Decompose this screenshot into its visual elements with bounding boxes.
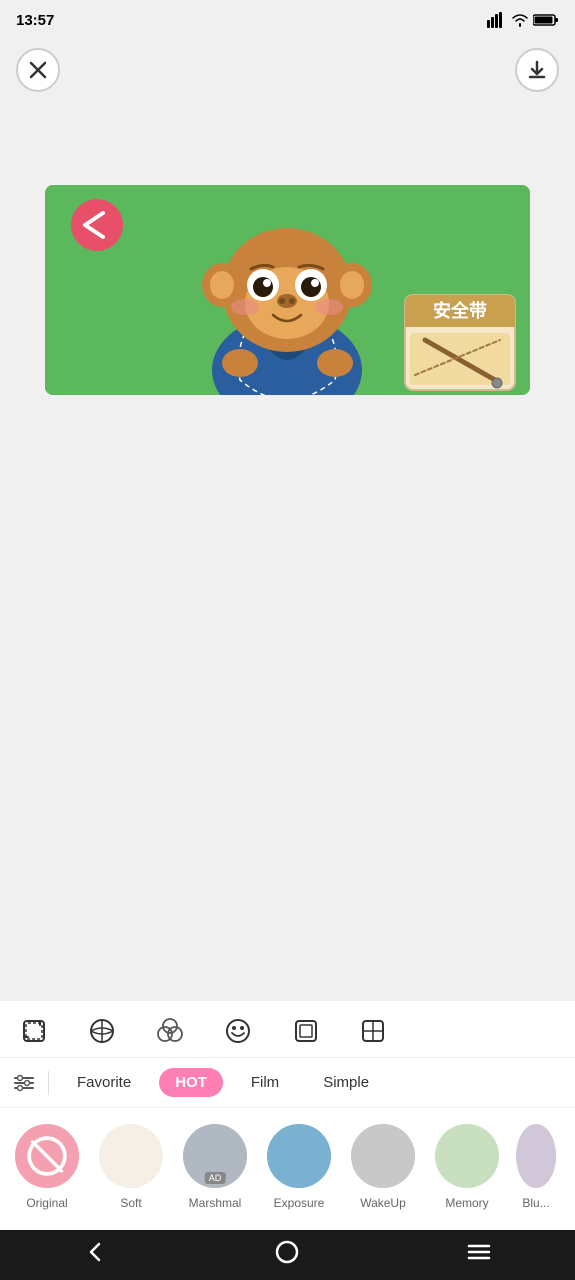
close-icon (29, 61, 47, 79)
battery-icon (533, 13, 559, 27)
filter-tool[interactable] (84, 1013, 120, 1049)
wifi-icon (511, 13, 529, 27)
wakeup-icon (351, 1124, 415, 1188)
close-button[interactable] (16, 48, 60, 92)
status-icons (487, 12, 559, 28)
filter-memory-circle (435, 1124, 499, 1188)
memory-icon (435, 1124, 499, 1188)
beauty-icon (155, 1016, 185, 1046)
sliders-icon (13, 1072, 35, 1094)
filter-blur[interactable]: Blu... (516, 1124, 556, 1210)
filter-soft[interactable]: Soft (96, 1124, 166, 1210)
category-hot[interactable]: HOT (159, 1068, 223, 1097)
filter-marshmal-label: Marshmal (189, 1196, 242, 1210)
signal-icon (487, 12, 507, 28)
filter-settings-icon[interactable] (12, 1071, 36, 1095)
filter-memory-label: Memory (445, 1196, 488, 1210)
filter-wakeup-circle (351, 1124, 415, 1188)
back-arrow-icon (84, 1240, 108, 1264)
sticker-icon (224, 1017, 252, 1045)
filter-exposure-circle (267, 1124, 331, 1188)
bottom-panel: Favorite HOT Film Simple Original (0, 1001, 575, 1230)
more-icon (360, 1017, 388, 1045)
top-bar (0, 40, 575, 100)
blur-icon (516, 1124, 556, 1188)
filter-blur-circle (516, 1124, 556, 1188)
image-area: 安全带 (0, 100, 575, 480)
filter-wakeup[interactable]: WakeUp (348, 1124, 418, 1210)
filter-soft-label: Soft (120, 1196, 141, 1210)
category-simple[interactable]: Simple (307, 1068, 385, 1097)
status-bar: 13:57 (0, 0, 575, 40)
crop-icon (20, 1017, 48, 1045)
original-icon (18, 1124, 76, 1188)
nav-back-button[interactable] (64, 1232, 128, 1279)
sticker-image: 安全带 (45, 185, 530, 395)
nav-bar (0, 1230, 575, 1280)
tool-row (0, 1001, 575, 1058)
filter-soft-circle (99, 1124, 163, 1188)
crop-tool[interactable] (16, 1013, 52, 1049)
ad-badge: AD (205, 1172, 226, 1184)
sticker-tool[interactable] (220, 1013, 256, 1049)
filter-wakeup-label: WakeUp (360, 1196, 406, 1210)
more-tool[interactable] (356, 1013, 392, 1049)
category-favorite[interactable]: Favorite (61, 1068, 147, 1097)
monkey-svg: 安全带 (45, 185, 530, 395)
filter-exposure[interactable]: Exposure (264, 1124, 334, 1210)
nav-menu-button[interactable] (447, 1232, 511, 1279)
category-film[interactable]: Film (235, 1068, 295, 1097)
divider (48, 1071, 49, 1095)
filter-blur-label: Blu... (522, 1196, 549, 1210)
download-icon (527, 60, 547, 80)
beauty-tool[interactable] (152, 1013, 188, 1049)
filter-memory[interactable]: Memory (432, 1124, 502, 1210)
filter-category-row: Favorite HOT Film Simple (0, 1058, 575, 1108)
filter-icon (88, 1017, 116, 1045)
filter-original-circle (15, 1124, 79, 1188)
filter-marshmal[interactable]: AD Marshmal (180, 1124, 250, 1210)
filter-original-label: Original (26, 1196, 67, 1210)
frame-tool[interactable] (288, 1013, 324, 1049)
frame-icon (292, 1017, 320, 1045)
filter-marshmal-circle: AD (183, 1124, 247, 1188)
download-button[interactable] (515, 48, 559, 92)
home-circle-icon (275, 1240, 299, 1264)
exposure-icon (267, 1124, 331, 1188)
soft-icon (99, 1124, 163, 1188)
status-time: 13:57 (16, 12, 54, 29)
filter-original[interactable]: Original (12, 1124, 82, 1210)
nav-home-button[interactable] (255, 1232, 319, 1279)
svg-text:安全带: 安全带 (433, 300, 487, 321)
filter-exposure-label: Exposure (274, 1196, 325, 1210)
filter-items-row: Original Soft AD Marshmal (0, 1108, 575, 1230)
menu-icon (467, 1240, 491, 1264)
